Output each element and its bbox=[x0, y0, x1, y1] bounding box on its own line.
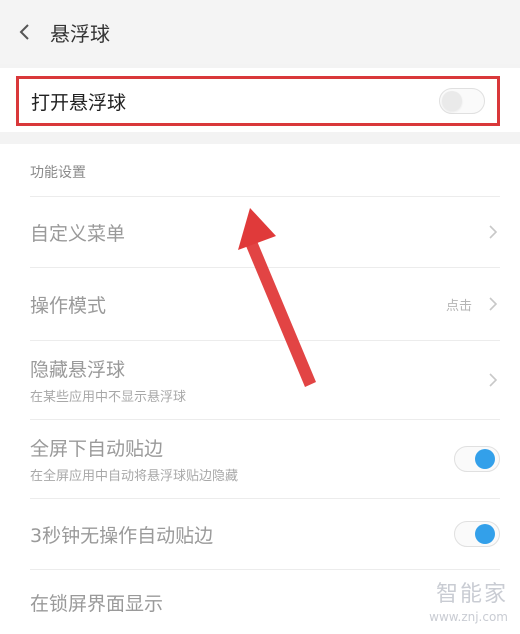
watermark-url: www.znj.com bbox=[429, 610, 508, 624]
watermark-name: 智能家 bbox=[435, 582, 508, 607]
row-operation-mode[interactable]: 操作模式 点击 bbox=[30, 268, 500, 340]
row-text: 隐藏悬浮球 在某些应用中不显示悬浮球 bbox=[30, 355, 186, 405]
row-fullscreen-edge: 全屏下自动贴边 在全屏应用中自动将悬浮球贴边隐藏 bbox=[30, 420, 500, 498]
row-title: 全屏下自动贴边 bbox=[30, 438, 164, 460]
section-label: 功能设置 bbox=[30, 165, 86, 181]
fullscreen-edge-toggle[interactable] bbox=[454, 446, 500, 472]
toggle-knob bbox=[475, 449, 495, 469]
row-title: 操作模式 bbox=[30, 294, 107, 317]
row-subtitle: 在某些应用中不显示悬浮球 bbox=[30, 390, 187, 405]
page-title: 悬浮球 bbox=[50, 21, 110, 46]
chevron-right-icon bbox=[486, 373, 500, 387]
row-title: 隐藏悬浮球 bbox=[30, 359, 126, 381]
row-subtitle: 在全屏应用中自动将悬浮球贴边隐藏 bbox=[30, 469, 239, 484]
toggle-knob bbox=[442, 91, 462, 111]
watermark: 智能家 www.znj.com bbox=[429, 576, 508, 624]
toggle-knob bbox=[475, 524, 495, 544]
settings-section: 功能设置 自定义菜单 操作模式 点击 隐藏悬浮球 在某些应用中不显示悬浮球 全屏… bbox=[0, 144, 520, 634]
chevron-right-icon bbox=[486, 225, 500, 239]
row-text: 全屏下自动贴边 在全屏应用中自动将悬浮球贴边隐藏 bbox=[30, 434, 238, 484]
row-title: 自定义菜单 bbox=[30, 222, 126, 245]
row-title: 在锁屏界面显示 bbox=[30, 592, 164, 615]
row-idle-edge: 3秒钟无操作自动贴边 bbox=[30, 499, 500, 569]
row-value: 点击 bbox=[445, 298, 472, 314]
main-toggle-card: 打开悬浮球 bbox=[0, 68, 520, 132]
highlight-box: 打开悬浮球 bbox=[16, 76, 500, 126]
back-button[interactable] bbox=[14, 21, 36, 43]
floating-ball-toggle[interactable] bbox=[439, 88, 485, 114]
idle-edge-toggle[interactable] bbox=[454, 521, 500, 547]
row-custom-menu[interactable]: 自定义菜单 bbox=[30, 197, 500, 267]
row-title: 3秒钟无操作自动贴边 bbox=[30, 524, 214, 547]
header-bar: 悬浮球 bbox=[0, 0, 520, 64]
row-hide-ball[interactable]: 隐藏悬浮球 在某些应用中不显示悬浮球 bbox=[30, 341, 500, 419]
row-value-wrap: 点击 bbox=[446, 295, 500, 314]
chevron-left-icon bbox=[19, 24, 29, 40]
chevron-right-icon bbox=[486, 297, 500, 311]
main-toggle-label: 打开悬浮球 bbox=[31, 91, 127, 114]
